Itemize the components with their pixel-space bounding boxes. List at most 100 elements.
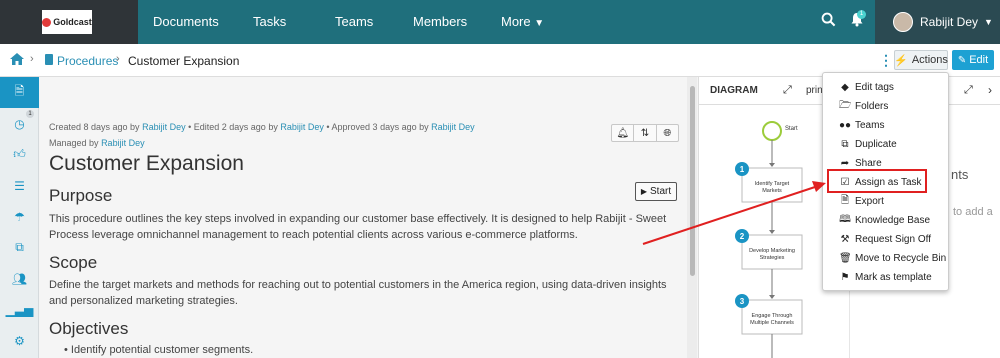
svg-text:Engage Through: Engage Through bbox=[752, 313, 793, 319]
user-name: Rabijit Dey bbox=[920, 15, 979, 29]
globe-icon[interactable]: 🌐︎ bbox=[657, 125, 678, 141]
bookmark-icon: ⚑ bbox=[840, 272, 850, 283]
sidebar-item-stats[interactable]: ▁▃▅ bbox=[0, 294, 39, 325]
goldcast-logo: Goldcast bbox=[42, 10, 92, 34]
copy-icon: ⧉ bbox=[15, 240, 24, 254]
list-item: • Identify potential customer segments. bbox=[64, 344, 254, 356]
notification-badge: 1 bbox=[857, 10, 866, 19]
chevron-down-icon: ▼ bbox=[984, 17, 993, 27]
home-icon[interactable] bbox=[10, 53, 24, 68]
comments-hint-fragment: to add a bbox=[953, 206, 993, 218]
copy-icon: ⧉ bbox=[841, 139, 849, 150]
scrollbar-thumb[interactable] bbox=[690, 86, 695, 276]
svg-text:Identify Target: Identify Target bbox=[755, 181, 790, 187]
book-icon: 🕮︎ bbox=[839, 214, 851, 225]
user-menu[interactable]: Rabijit Dey ▼ bbox=[875, 0, 1000, 44]
svg-text:2: 2 bbox=[740, 232, 745, 241]
menu-item-recycle-bin[interactable]: 🗑︎ Move to Recycle Bin bbox=[823, 249, 950, 268]
manager-link[interactable]: Rabijit Dey bbox=[101, 138, 145, 148]
gear-icon: ⚙ bbox=[14, 333, 25, 348]
bar-chart-icon: ▁▃▅ bbox=[5, 302, 34, 317]
menu-item-export[interactable]: 🗎 Export bbox=[823, 192, 950, 211]
purpose-heading: Purpose bbox=[49, 186, 113, 205]
users-icon: ●● bbox=[839, 120, 852, 131]
actions-button[interactable]: ⚡ Actions bbox=[894, 50, 948, 70]
sidebar-item-list[interactable]: ☰ bbox=[0, 170, 39, 201]
page-title: Customer Expansion bbox=[49, 152, 244, 175]
menu-item-request-sign-off[interactable]: ⚒ Request Sign Off bbox=[823, 230, 950, 249]
nav-more[interactable]: More ▼ bbox=[501, 0, 544, 44]
chevron-right-icon[interactable]: › bbox=[988, 83, 992, 97]
users-icon: 👥︎ bbox=[11, 271, 28, 286]
chevron-down-icon: ▼ bbox=[534, 18, 545, 29]
sidebar-item-likes[interactable]: 👍︎ bbox=[0, 139, 39, 170]
nav-tasks[interactable]: Tasks bbox=[253, 0, 286, 44]
trash-icon: 🗑︎ bbox=[839, 253, 852, 264]
sidebar-item-copies[interactable]: ⧉ bbox=[0, 232, 39, 263]
nav-members[interactable]: Members bbox=[413, 0, 467, 44]
bolt-icon: ⚡ bbox=[894, 54, 908, 67]
menu-item-duplicate[interactable]: ⧉ Duplicate bbox=[823, 135, 950, 154]
document-meta: Created 8 days ago by Rabijit Dey • Edit… bbox=[49, 122, 475, 132]
svg-text:1: 1 bbox=[740, 165, 745, 174]
sidebar-item-users[interactable]: 👥︎ bbox=[0, 263, 39, 294]
document-tools: 🔔︎ ⇅ 🌐︎ bbox=[611, 124, 679, 142]
sidebar-item-settings[interactable]: ⚙ bbox=[0, 325, 39, 356]
svg-text:Develop Marketing: Develop Marketing bbox=[749, 248, 795, 254]
history-badge: 1 bbox=[26, 110, 34, 118]
top-nav: Goldcast Documents Tasks Teams Members M… bbox=[0, 0, 1000, 44]
list-icon: ☰ bbox=[14, 178, 25, 193]
menu-item-knowledge-base[interactable]: 🕮︎ Knowledge Base bbox=[823, 211, 950, 230]
breadcrumb-procedures[interactable]: Procedures bbox=[57, 54, 118, 68]
start-button[interactable]: ▶ Start bbox=[635, 182, 677, 201]
author-link[interactable]: Rabijit Dey bbox=[431, 122, 475, 132]
scope-heading: Scope bbox=[49, 253, 98, 272]
chevron-right-icon: › bbox=[30, 53, 34, 65]
edit-icon: ✎ bbox=[957, 54, 967, 66]
search-icon[interactable] bbox=[821, 12, 836, 31]
menu-item-edit-tags[interactable]: ◆ Edit tags bbox=[823, 78, 950, 97]
breadcrumb-current: Customer Expansion bbox=[128, 54, 240, 68]
more-vertical-icon[interactable]: ⋮ bbox=[879, 52, 893, 69]
comments-heading-fragment: nts bbox=[951, 167, 969, 182]
menu-item-mark-as-template[interactable]: ⚑ Mark as template bbox=[823, 268, 950, 287]
sidebar-item-document[interactable]: 🗎 bbox=[0, 77, 39, 108]
author-link[interactable]: Rabijit Dey bbox=[142, 122, 186, 132]
diagram-title: DIAGRAM bbox=[710, 85, 758, 96]
file-icon: 🗎 bbox=[840, 195, 850, 206]
svg-text:Markets: Markets bbox=[762, 188, 782, 194]
edit-button[interactable]: ✎ Edit bbox=[952, 50, 994, 70]
document-managed-by: Managed by Rabijit Dey bbox=[49, 138, 145, 148]
menu-item-teams[interactable]: ●● Teams bbox=[823, 116, 950, 135]
svg-text:Strategies: Strategies bbox=[760, 255, 785, 261]
share-icon: ➦ bbox=[840, 158, 850, 169]
expand-icon[interactable]: ⤢ bbox=[783, 84, 792, 97]
left-sidebar: 🗎 ◷ 1 👍︎ ☰ ☂ ⧉ 👥︎ ▁▃▅ ⚙ bbox=[0, 77, 39, 358]
sidebar-item-history[interactable]: ◷ 1 bbox=[0, 108, 39, 139]
expand-icon[interactable]: ⤢ bbox=[964, 84, 973, 97]
nav-documents[interactable]: Documents bbox=[153, 0, 219, 44]
gavel-icon: ⚒ bbox=[840, 234, 850, 245]
bell-icon[interactable]: 🔔︎ bbox=[612, 125, 635, 141]
svg-text:Multiple Channels: Multiple Channels bbox=[750, 320, 794, 326]
start-node bbox=[762, 121, 782, 141]
logo-area[interactable]: Goldcast bbox=[0, 0, 138, 44]
svg-text:3: 3 bbox=[740, 297, 745, 306]
thumbs-up-icon: 👍︎ bbox=[13, 147, 26, 161]
document-icon: 🗎 bbox=[14, 84, 25, 98]
start-node-label: Start bbox=[785, 126, 798, 132]
tag-icon: ◆ bbox=[841, 82, 849, 93]
play-icon: ▶ bbox=[640, 187, 648, 196]
umbrella-icon: ☂ bbox=[14, 209, 25, 224]
nav-teams[interactable]: Teams bbox=[335, 0, 373, 44]
clock-icon: ◷ bbox=[14, 116, 25, 131]
sort-icon[interactable]: ⇅ bbox=[634, 125, 657, 141]
menu-item-folders[interactable]: 🗁︎ Folders bbox=[823, 97, 950, 116]
folder-icon: 🗁︎ bbox=[839, 100, 852, 111]
objectives-heading: Objectives bbox=[49, 319, 129, 338]
purpose-text: This procedure outlines the key steps in… bbox=[49, 213, 667, 241]
author-link[interactable]: Rabijit Dey bbox=[280, 122, 324, 132]
document-content: Created 8 days ago by Rabijit Dey • Edit… bbox=[40, 77, 687, 358]
sidebar-item-policy[interactable]: ☂ bbox=[0, 201, 39, 232]
chevron-right-icon: › bbox=[116, 53, 120, 65]
